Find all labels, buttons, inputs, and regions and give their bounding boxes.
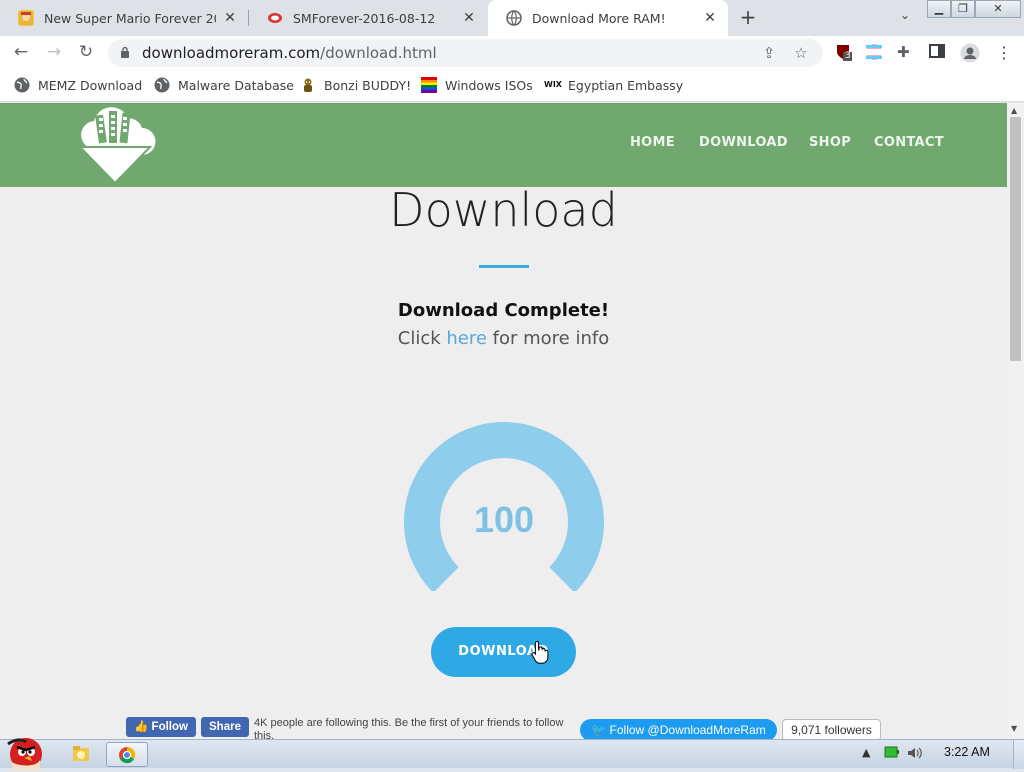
browser-toolbar: ← → ↻ downloadmoreram.com/download.html …: [0, 36, 1024, 69]
twitter-followers-count: 9,071 followers: [782, 719, 881, 739]
bookmarks-bar: MEMZ Download Malware Database Bonzi BUD…: [0, 69, 1024, 102]
download-ram-logo-icon[interactable]: [70, 107, 160, 187]
twitter-bird-icon: 🐦: [591, 723, 607, 737]
tab-search-icon[interactable]: ⌄: [896, 8, 914, 26]
taskbar-clock[interactable]: 3:22 AM: [944, 745, 990, 759]
fb-follow-label: Follow: [151, 721, 188, 733]
tab-title: SMForever-2016-08-12: [293, 10, 436, 26]
close-tab-icon[interactable]: ✕: [222, 10, 238, 26]
address-bar[interactable]: downloadmoreram.com/download.html ⇪ ☆: [108, 39, 823, 67]
url-path: /download.html: [320, 44, 437, 62]
site-header: HOME DOWNLOAD SHOP CONTACT: [0, 103, 1007, 187]
title-divider: [479, 265, 529, 268]
globe-icon: [154, 77, 170, 93]
mario-favicon-icon: [18, 10, 34, 26]
bookmark-malware-database[interactable]: Malware Database: [154, 76, 294, 94]
smf-favicon-icon: [267, 10, 283, 26]
taskbar: ▲ 3:22 AM: [0, 738, 1024, 770]
close-tab-icon[interactable]: ✕: [702, 10, 718, 26]
forward-arrow-icon[interactable]: →: [43, 41, 65, 63]
tab-title: Download More RAM!: [532, 10, 666, 26]
wix-icon: WIX: [544, 80, 562, 89]
page-viewport: HOME DOWNLOAD SHOP CONTACT Download Down…: [0, 103, 1024, 739]
nav-home[interactable]: HOME: [630, 135, 675, 150]
info-suffix: for more info: [486, 328, 610, 349]
share-icon[interactable]: ⇪: [760, 44, 778, 62]
restore-icon[interactable]: ❐: [951, 0, 975, 18]
close-window-icon[interactable]: ✕: [975, 0, 1021, 18]
menu-kebab-icon[interactable]: ⋮: [996, 43, 1012, 62]
url-host: downloadmoreram.com: [142, 44, 321, 62]
more-info-link[interactable]: here: [446, 328, 487, 349]
tab-strip: New Super Mario Forever 201 ✕ SMForever-…: [0, 0, 1024, 36]
minimize-icon[interactable]: ▁: [927, 0, 951, 18]
bookmark-label: MEMZ Download: [38, 77, 143, 93]
page-scrollbar[interactable]: ▲ ▼: [1007, 103, 1024, 739]
tab-title: New Super Mario Forever 201: [44, 10, 216, 26]
folder-icon: [73, 746, 89, 761]
scroll-down-arrow-icon[interactable]: ▼: [1011, 724, 1017, 733]
tab-download-more-ram[interactable]: Download More RAM! ✕: [488, 0, 728, 36]
hand-cursor-icon: [531, 640, 549, 664]
window-controls: ▁ ❐ ✕: [927, 0, 1021, 18]
bookmark-windows-isos[interactable]: Windows ISOs: [421, 76, 533, 94]
download-status-title: Download Complete!: [397, 300, 610, 321]
pride-extension-icon[interactable]: [865, 43, 883, 61]
facebook-share-button[interactable]: Share: [201, 717, 249, 737]
close-tab-icon[interactable]: ✕: [461, 10, 477, 26]
page-title: Download: [389, 183, 618, 237]
facebook-follow-button[interactable]: 👍 Follow: [126, 717, 196, 737]
rainbow-flag-icon: [421, 77, 437, 93]
extensions-puzzle-icon[interactable]: ✚: [897, 43, 915, 61]
tab-smforever[interactable]: SMForever-2016-08-12 ✕: [249, 0, 487, 36]
info-prefix: Click: [397, 328, 447, 349]
back-arrow-icon[interactable]: ←: [10, 41, 32, 63]
show-desktop-button[interactable]: [1013, 740, 1024, 769]
download-button[interactable]: DOWNLOAD: [431, 627, 576, 677]
bookmark-label: Windows ISOs: [445, 77, 533, 93]
url-text: downloadmoreram.com/download.html: [142, 44, 437, 62]
bookmark-memz[interactable]: MEMZ Download: [14, 76, 142, 94]
bookmark-label: Egyptian Embassy: [568, 77, 684, 93]
scrollbar-thumb[interactable]: [1010, 117, 1021, 361]
bookmark-star-icon[interactable]: ☆: [792, 44, 810, 62]
bookmark-label: Malware Database: [178, 77, 294, 93]
bookmark-label: Bonzi BUDDY!: [324, 77, 412, 93]
side-panel-icon[interactable]: [929, 43, 947, 61]
progress-value: 100: [473, 499, 535, 540]
scroll-up-arrow-icon[interactable]: ▲: [1011, 106, 1017, 115]
screen: New Super Mario Forever 201 ✕ SMForever-…: [0, 0, 1024, 770]
chrome-icon: [119, 746, 136, 764]
thumbs-up-icon: 👍: [134, 721, 149, 733]
tab-mario[interactable]: New Super Mario Forever 201 ✕: [0, 0, 248, 36]
angry-bird-start-icon[interactable]: [0, 730, 50, 770]
nav-shop[interactable]: SHOP: [809, 135, 851, 150]
bookmark-egyptian-embassy[interactable]: WIX Egyptian Embassy: [544, 76, 683, 94]
lock-icon[interactable]: [120, 46, 130, 58]
facebook-follow-text: 4K people are following this. Be the fir…: [254, 717, 564, 739]
profile-avatar-icon[interactable]: [960, 43, 980, 63]
taskbar-explorer[interactable]: [60, 742, 102, 767]
bookmark-bonzi-buddy[interactable]: Bonzi BUDDY!: [300, 76, 411, 94]
ublock-extension-icon[interactable]: 3: [835, 43, 853, 61]
tray-overflow-icon[interactable]: ▲: [862, 746, 870, 759]
volume-icon[interactable]: [906, 746, 924, 763]
battery-icon[interactable]: [884, 746, 900, 761]
taskbar-chrome[interactable]: [106, 742, 148, 767]
reload-icon[interactable]: ↻: [75, 41, 97, 63]
globe-icon: [14, 77, 30, 93]
more-info-text: Click here for more info: [0, 328, 1007, 349]
nav-download[interactable]: DOWNLOAD: [699, 135, 788, 150]
twitter-follow-label: Follow @DownloadMoreRam: [609, 723, 766, 737]
extension-badge: 3: [845, 51, 851, 61]
twitter-follow-button[interactable]: 🐦 Follow @DownloadMoreRam: [580, 719, 777, 739]
nav-contact[interactable]: CONTACT: [874, 135, 944, 150]
globe-icon: [506, 10, 522, 26]
new-tab-button[interactable]: +: [736, 6, 760, 30]
bonzi-icon: [304, 78, 312, 92]
